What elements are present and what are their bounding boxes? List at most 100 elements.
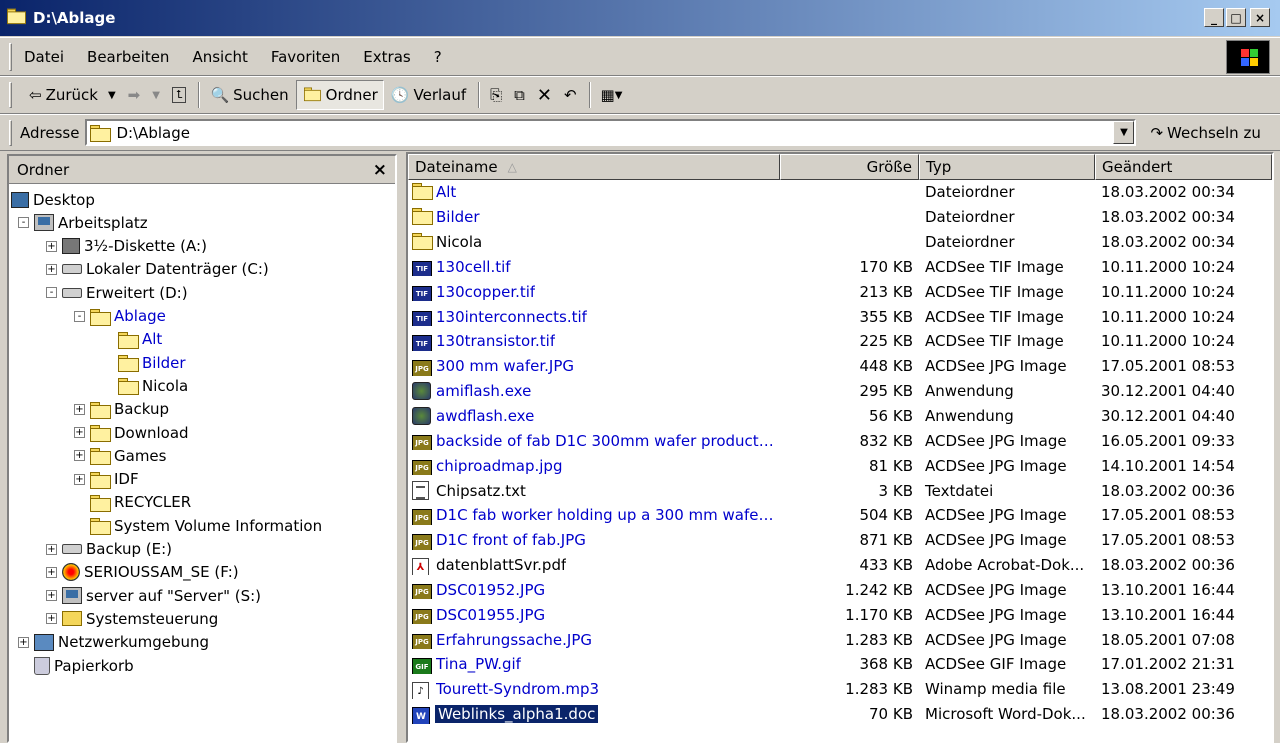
history-button[interactable]: 🕓 Verlauf — [386, 80, 471, 110]
file-row[interactable]: GIF Tina_PW.gif 368 KB ACDSee GIF Image 17.0… — [408, 652, 1272, 677]
menu-ansicht[interactable]: Ansicht — [192, 48, 247, 66]
tree-node[interactable]: +3½-Diskette (A:) — [46, 235, 207, 258]
tree-node[interactable]: + Download — [74, 421, 189, 444]
tree-node[interactable]: - Arbeitsplatz — [18, 211, 148, 234]
expand-icon[interactable]: + — [74, 427, 85, 438]
tree-node[interactable]: Bilder — [118, 351, 186, 374]
address-field[interactable]: D:\Ablage ▼ — [85, 119, 1137, 146]
expand-icon[interactable]: + — [74, 450, 85, 462]
back-dropdown-icon[interactable]: ▼ — [108, 90, 116, 101]
tree-node[interactable]: + server auf "Server" (S:) — [46, 584, 261, 607]
up-folder-button[interactable]: ⮤ — [167, 80, 192, 110]
tree-node[interactable]: System Volume Information — [90, 514, 322, 537]
file-row[interactable]: Chipsatz.txt 3 KB Textdatei 18.03.2002 00:3… — [408, 478, 1272, 503]
menu-datei[interactable]: Datei — [24, 48, 64, 66]
file-row[interactable]: TIF 130interconnects.tif 355 KB ACDSee TIF … — [408, 304, 1272, 329]
back-button[interactable]: ⇦ Zurück ▼ — [24, 80, 121, 110]
menu-favoriten[interactable]: Favoriten — [271, 48, 340, 66]
views-button[interactable]: ▦ ▼ — [596, 80, 628, 110]
expand-icon[interactable]: + — [46, 613, 57, 625]
file-name: 130interconnects.tif — [436, 307, 587, 326]
toolbar-grip[interactable] — [9, 120, 12, 146]
expand-icon[interactable]: + — [46, 543, 57, 555]
tree-node[interactable]: + Systemsteuerung — [46, 607, 218, 630]
expand-icon[interactable]: + — [46, 240, 57, 252]
file-row[interactable]: JPG DSC01952.JPG 1.242 KB ACDSee JPG Image 1… — [408, 578, 1272, 603]
toolbar-grip[interactable] — [9, 43, 12, 71]
file-row[interactable]: JPG DSC01955.JPG 1.170 KB ACDSee JPG Image 1… — [408, 602, 1272, 627]
maximize-button[interactable]: □ — [1226, 8, 1246, 27]
file-modified: 10.11.2000 10:24 — [1101, 332, 1235, 351]
column-header-modified[interactable]: Geändert — [1095, 154, 1272, 180]
address-dropdown-button[interactable]: ▼ — [1113, 121, 1135, 144]
forward-button[interactable]: ➡ ▼ — [123, 80, 165, 110]
search-button[interactable]: 🔍 Suchen — [205, 80, 293, 110]
file-row[interactable]: ⅄ datenblattSvr.pdf 433 KB Adobe Acrobat-Do… — [408, 553, 1272, 578]
tree-node[interactable]: + Backup — [74, 398, 169, 421]
tree-node[interactable]: + Backup (E:) — [46, 538, 172, 561]
tree-node[interactable]: - Erweitert (D:) — [46, 281, 188, 304]
close-button[interactable]: × — [1250, 8, 1270, 27]
file-row[interactable]: Bilder Dateiordner 18.03.2002 00:34 — [408, 205, 1272, 230]
file-row[interactable]: amiflash.exe 295 KB Anwendung 30.12.2001 04… — [408, 379, 1272, 404]
collapse-icon[interactable]: - — [46, 287, 57, 299]
file-icon-slot: TIF — [412, 307, 434, 327]
copy-to-button[interactable]: ⧉ — [509, 80, 530, 110]
folders-button[interactable]: Ordner — [295, 80, 384, 110]
expand-icon[interactable]: + — [74, 403, 85, 415]
tree-node[interactable]: + IDF — [74, 468, 139, 491]
tree-node[interactable]: Nicola — [118, 374, 188, 397]
collapse-icon[interactable]: - — [74, 310, 85, 322]
file-row[interactable]: TIF 130transistor.tif 225 KB ACDSee TIF Ima… — [408, 329, 1272, 354]
move-to-button[interactable]: ⎘ — [485, 80, 507, 110]
column-header-type[interactable]: Typ — [919, 154, 1095, 180]
tree-node[interactable]: + Netzwerkumgebung — [18, 631, 209, 654]
file-row[interactable]: Alt Dateiordner 18.03.2002 00:34 — [408, 180, 1272, 205]
file-name: 300 mm wafer.JPG — [436, 357, 575, 376]
tree-node[interactable]: + Games — [74, 444, 166, 467]
tree-node-label: Papierkorb — [54, 656, 134, 675]
file-row[interactable]: TIF 130copper.tif 213 KB ACDSee TIF Image 10… — [408, 279, 1272, 304]
computer-icon — [34, 214, 54, 232]
expand-icon[interactable]: + — [46, 566, 57, 578]
tree-node[interactable]: Papierkorb — [34, 654, 134, 677]
tree-node[interactable]: + Lokaler Datenträger (C:) — [46, 258, 269, 281]
tree-node[interactable]: Desktop — [11, 188, 95, 211]
collapse-icon[interactable]: - — [18, 217, 29, 229]
toolbar-grip[interactable] — [9, 82, 12, 108]
tif-icon: TIF — [412, 285, 432, 302]
undo-button[interactable]: ↶ — [559, 80, 582, 110]
menu-help[interactable]: ? — [434, 48, 442, 66]
tree-node[interactable]: + SERIOUSSAM_SE (F:) — [46, 561, 239, 584]
file-row[interactable]: W Weblinks_alpha1.doc 70 KB Microsoft Word-… — [408, 702, 1272, 727]
delete-button[interactable]: ✕ — [532, 80, 557, 110]
tree-node[interactable]: RECYCLER — [90, 491, 191, 514]
go-button[interactable]: ↷ Wechseln zu — [1150, 124, 1260, 142]
menu-bearbeiten[interactable]: Bearbeiten — [87, 48, 169, 66]
file-row[interactable]: JPG D1C fab worker holding up a 300 mm wa… — [408, 503, 1272, 528]
file-row[interactable]: JPG Erfahrungssache.JPG 1.283 KB ACDSee JPG… — [408, 627, 1272, 652]
file-row[interactable]: Nicola Dateiordner 18.03.2002 00:34 — [408, 230, 1272, 255]
column-header-name[interactable]: Dateiname △ — [408, 154, 780, 180]
file-type: ACDSee TIF Image — [925, 282, 1064, 301]
file-row[interactable]: JPG chiproadmap.jpg 81 KB ACDSee JPG Image 1… — [408, 453, 1272, 478]
expand-icon[interactable]: + — [46, 590, 57, 602]
file-row[interactable]: JPG D1C front of fab.JPG 871 KB ACDSee JPG … — [408, 528, 1272, 553]
column-header-size[interactable]: Größe — [780, 154, 919, 180]
file-size: 3 KB — [878, 481, 913, 500]
file-row[interactable]: awdflash.exe 56 KB Anwendung 30.12.2001 04:… — [408, 404, 1272, 429]
file-row[interactable]: ♪ Tourett-Syndrom.mp3 1.283 KB Winamp media… — [408, 677, 1272, 702]
file-row[interactable]: JPG backside of fab D1C 300mm wafer produ… — [408, 428, 1272, 453]
expand-icon[interactable]: + — [18, 636, 29, 648]
minimize-button[interactable]: _ — [1204, 8, 1224, 27]
expand-icon[interactable]: + — [74, 473, 85, 485]
expand-icon[interactable]: + — [46, 263, 57, 275]
folder-pane-close-button[interactable]: × — [373, 160, 387, 180]
forward-dropdown-icon[interactable]: ▼ — [152, 90, 160, 101]
file-row[interactable]: TIF 130cell.tif 170 KB ACDSee TIF Image 10.1… — [408, 255, 1272, 280]
tree-node[interactable]: - Ablage — [74, 305, 166, 328]
pane-splitter[interactable] — [397, 154, 406, 743]
menu-extras[interactable]: Extras — [363, 48, 410, 66]
file-row[interactable]: JPG 300 mm wafer.JPG 448 KB ACDSee JPG Imag… — [408, 354, 1272, 379]
tree-node[interactable]: Alt — [118, 328, 162, 351]
